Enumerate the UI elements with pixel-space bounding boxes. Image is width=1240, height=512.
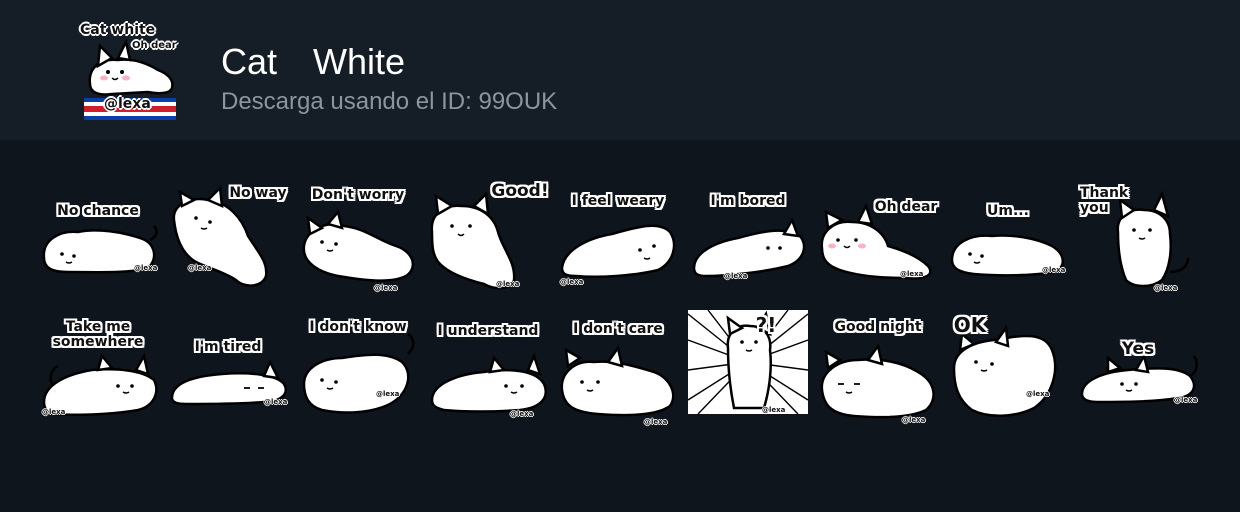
pack-icon[interactable]: Cat white Oh dear @lexa	[78, 18, 182, 122]
sticker-caption: Good night	[834, 319, 922, 335]
sticker-watermark: @lexa	[376, 390, 400, 398]
sticker-surprised[interactable]: ?! @lexa	[688, 310, 808, 430]
pack-title: Cat White	[221, 41, 406, 82]
sticker-thank-you[interactable]: Thank you @lexa	[1078, 176, 1198, 296]
sticker-im-tired[interactable]: I'm tired @lexa	[168, 310, 288, 430]
pack-header: Cat white Oh dear @lexa Cat White Descar…	[0, 0, 1240, 140]
sticker-take-me-somewhere[interactable]: Take me somewhere @lexa	[38, 310, 158, 430]
tired-cat-icon	[170, 359, 287, 406]
sticker-no-chance[interactable]: No chance @lexa	[38, 176, 158, 296]
yes-cat-icon	[1080, 352, 1198, 404]
sticker-caption: Thank you	[1080, 185, 1129, 216]
sticker-watermark: @lexa	[762, 406, 786, 414]
sticker-caption: Yes	[1121, 339, 1155, 359]
sticker-i-understand[interactable]: I understand @lexa	[428, 310, 548, 430]
pack-icon-caption: Oh dear	[132, 40, 177, 51]
sticker-watermark: @lexa	[724, 272, 748, 280]
sticker-watermark: @lexa	[264, 398, 288, 406]
pack-id-text: Descarga usando el ID: 99OUK	[221, 88, 558, 115]
sticker-i-feel-weary[interactable]: I feel weary @lexa	[558, 176, 678, 296]
sticker-caption: I'm bored	[710, 193, 786, 209]
pack-icon-watermark: @lexa	[104, 96, 151, 112]
sticker-watermark: @lexa	[374, 284, 398, 292]
sticker-watermark: @lexa	[1026, 390, 1050, 398]
sticker-caption: Um...	[987, 203, 1029, 219]
blushing-cat-icon	[820, 202, 932, 280]
sticker-good[interactable]: Good! @lexa	[428, 176, 549, 296]
sticker-yes[interactable]: Yes @lexa	[1078, 310, 1198, 430]
sticker-watermark: @lexa	[188, 264, 212, 272]
sticker-i-dont-know[interactable]: I don't know @lexa	[298, 310, 418, 430]
sticker-watermark: @lexa	[42, 408, 66, 416]
sticker-dont-worry[interactable]: Don't worry @lexa	[298, 176, 418, 296]
sticker-i-dont-care[interactable]: I don't care @lexa	[558, 310, 678, 430]
lying-cat-icon	[42, 225, 158, 274]
thinking-cat-icon	[950, 234, 1064, 277]
sticker-watermark: @lexa	[1154, 284, 1178, 292]
sticker-good-night[interactable]: Good night @lexa	[818, 310, 938, 430]
sticker-watermark: @lexa	[134, 264, 158, 272]
sticker-watermark: @lexa	[496, 280, 520, 288]
sticker-watermark: @lexa	[644, 418, 668, 426]
sticker-caption: I feel weary	[571, 193, 665, 209]
sticker-caption: I don't know	[309, 319, 407, 335]
sticker-oh-dear[interactable]: Oh dear @lexa	[818, 176, 938, 296]
sticker-caption: No chance	[57, 203, 139, 219]
pack-icon-title: Cat white	[80, 22, 156, 38]
sticker-watermark: @lexa	[902, 416, 926, 424]
sticker-caption: I don't care	[573, 321, 663, 337]
sticker-im-bored[interactable]: I'm bored @lexa	[688, 176, 808, 296]
sticker-watermark: @lexa	[1174, 396, 1198, 404]
sticker-caption: OK	[953, 313, 987, 337]
sticker-caption: Take me somewhere	[52, 319, 144, 350]
sticker-caption: ?!	[755, 313, 777, 337]
sticker-ok[interactable]: OK @lexa	[948, 310, 1068, 430]
sticker-um[interactable]: Um... @lexa	[948, 176, 1068, 296]
sticker-watermark: @lexa	[510, 410, 534, 418]
sticker-no-way[interactable]: No way @lexa	[168, 176, 288, 296]
sticker-caption: I'm tired	[194, 339, 262, 355]
sticker-watermark: @lexa	[900, 270, 924, 278]
sticker-watermark: @lexa	[1042, 266, 1066, 274]
sticker-grid: No chance @lexa No way @lexa Don't worry…	[38, 176, 1198, 430]
sticker-caption: I understand	[437, 323, 539, 339]
sticker-caption: Don't worry	[311, 187, 405, 203]
sticker-watermark: @lexa	[560, 278, 584, 286]
